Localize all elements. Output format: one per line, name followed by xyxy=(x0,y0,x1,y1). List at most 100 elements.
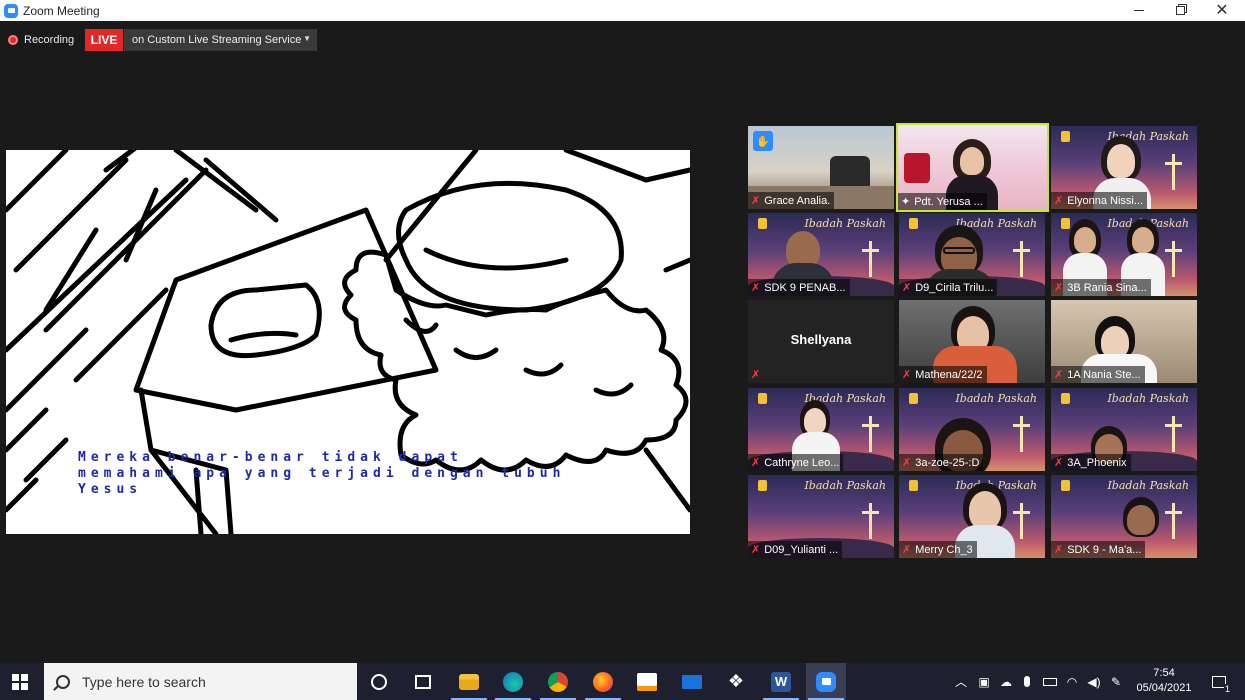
participant-name-label: ✦ Pdt. Yerusa ... xyxy=(898,193,987,210)
close-button[interactable]: ✕ xyxy=(1202,0,1242,21)
live-streaming-dropdown[interactable]: on Custom Live Streaming Service ▼ xyxy=(124,29,317,51)
chevron-up-icon: ︿ xyxy=(954,675,967,689)
cloud-icon: ☁ xyxy=(1000,674,1012,689)
participant-tile[interactable]: Ibadah Paskah ✗ 3A_Phoenix xyxy=(1051,388,1197,471)
participant-tile[interactable]: Ibadah Paskah ✗ D9_Cirila Trilu... xyxy=(899,213,1045,296)
muted-mic-icon: ✗ xyxy=(1054,457,1064,469)
slide-caption: Mereka benar-benar tidak dapat memahami … xyxy=(78,450,638,498)
participant-face xyxy=(1127,505,1155,535)
cross-icon xyxy=(1013,416,1030,452)
participant-tile[interactable]: ✋ ✗ Grace Analia. xyxy=(748,126,894,209)
amazon-app-button[interactable] xyxy=(627,663,667,700)
participant-tile-active-speaker[interactable]: ✦ Pdt. Yerusa ... xyxy=(896,123,1049,212)
microphone-tray-button[interactable] xyxy=(1018,663,1036,700)
cross-icon xyxy=(1165,416,1182,452)
poster-title: Ibadah Paskah xyxy=(1107,392,1189,405)
school-badge-icon xyxy=(909,393,918,404)
volume-tray-button[interactable]: ◀) xyxy=(1084,663,1104,700)
participant-name: Cathryne Leo... xyxy=(764,456,840,469)
school-badge-icon xyxy=(1061,218,1070,229)
participant-tile[interactable]: Ibadah Paskah ✗ 3B Rania Sina... xyxy=(1051,213,1197,296)
minimize-icon xyxy=(1134,10,1144,11)
taskbar-clock[interactable]: 7:54 05/04/2021 xyxy=(1130,666,1198,696)
zoom-meeting-window: Zoom Meeting ✕ Recording LIVE on Custom … xyxy=(0,0,1245,700)
amazon-icon xyxy=(637,672,657,691)
restore-button[interactable] xyxy=(1160,0,1200,21)
participant-tile[interactable]: ✗ Mathena/22/2 xyxy=(899,300,1045,383)
file-explorer-button[interactable] xyxy=(449,663,489,700)
school-badge-icon xyxy=(1061,131,1070,142)
search-placeholder: Type here to search xyxy=(82,673,206,690)
muted-mic-icon: ✗ xyxy=(902,282,912,294)
title-bar: Zoom Meeting ✕ xyxy=(0,0,1245,21)
cortana-button[interactable] xyxy=(359,663,399,700)
chrome-browser-button[interactable] xyxy=(538,663,578,700)
participant-tile[interactable]: Ibadah Paskah ✗ D09_Yulianti ... xyxy=(748,475,894,558)
mail-button[interactable] xyxy=(672,663,712,700)
firefox-button[interactable] xyxy=(583,663,623,700)
recording-indicator[interactable]: Recording xyxy=(8,30,74,50)
participant-name: 3B Rania Sina... xyxy=(1067,281,1147,294)
meet-now-tray-button[interactable]: ▣ xyxy=(974,663,994,700)
clock-date: 05/04/2021 xyxy=(1136,682,1192,694)
cross-icon xyxy=(1165,241,1182,277)
participant-tile[interactable]: Ibadah Paskah ✗ SDK 9 PENAB... xyxy=(748,213,894,296)
participant-name-label: ✗ 1A Nania Ste... xyxy=(1051,366,1145,383)
clock-time: 7:54 xyxy=(1153,667,1175,679)
participant-tile[interactable]: Ibadah Paskah ✗ Cathryne Leo... xyxy=(748,388,894,471)
windows-taskbar: Type here to search ❖ W ︿ ▣ ☁ ◠ ◀) ✎ 7:5… xyxy=(0,663,1245,700)
caption-line-2: memahami apa yang terjadi dengan tubuh xyxy=(78,466,566,481)
pen-icon: ✎ xyxy=(1110,674,1122,689)
dropbox-button[interactable]: ❖ xyxy=(716,663,756,700)
word-icon: W xyxy=(771,671,791,692)
school-badge-icon xyxy=(758,480,767,491)
streaming-label: on Custom Live Streaming Service xyxy=(132,34,302,46)
participant-name-label: ✗ Elyonna Nissi... xyxy=(1051,192,1148,209)
onedrive-tray-button[interactable]: ☁ xyxy=(996,663,1016,700)
cross-icon xyxy=(1013,503,1030,539)
taskbar-search-box[interactable]: Type here to search xyxy=(44,663,357,700)
notification-count: 1 xyxy=(1223,684,1231,694)
word-button[interactable]: W xyxy=(761,663,801,700)
participant-name-placeholder: Shellyana xyxy=(790,332,852,347)
participant-name: D9_Cirila Trilu... xyxy=(915,281,994,294)
folder-icon xyxy=(459,673,479,690)
school-badge-icon xyxy=(909,480,918,491)
battery-tray-button[interactable] xyxy=(1040,663,1060,700)
minimize-button[interactable] xyxy=(1119,0,1159,21)
participant-name: Mathena/22/2 xyxy=(915,368,983,381)
recording-label: Recording xyxy=(24,34,75,46)
participant-tile[interactable]: Ibadah Paskah ✗Merry Ch_3 xyxy=(899,475,1045,558)
participant-name-label: ✗ 3A_Phoenix xyxy=(1051,454,1131,471)
participant-name-label: ✗ 3a-zoe-25-:D xyxy=(899,454,984,471)
task-view-button[interactable] xyxy=(403,663,443,700)
cross-icon xyxy=(1165,154,1182,190)
participant-name: Pdt. Yerusa ... xyxy=(914,195,983,208)
camera-tray-icon: ▣ xyxy=(978,674,990,689)
participant-tile[interactable]: Ibadah Paskah ✗ SDK 9 - Ma'a... xyxy=(1051,475,1197,558)
school-badge-icon xyxy=(909,218,918,229)
participant-name: Elyonna Nissi... xyxy=(1067,194,1144,207)
participant-tile[interactable]: Ibadah Paskah ✗ 3a-zoe-25-:D xyxy=(899,388,1045,471)
show-hidden-icons-button[interactable]: ︿ xyxy=(952,663,970,700)
speaker-face xyxy=(960,147,984,175)
pen-tray-button[interactable]: ✎ xyxy=(1106,663,1126,700)
firefox-icon xyxy=(593,671,613,692)
muted-mic-icon: ✗ xyxy=(1054,282,1064,294)
participant-name: SDK 9 PENAB... xyxy=(764,281,846,294)
windows-start-icon[interactable] xyxy=(12,674,28,690)
participant-face xyxy=(1132,227,1154,253)
action-center-button[interactable]: 1 xyxy=(1204,663,1234,700)
participant-name-label: ✗ D09_Yulianti ... xyxy=(748,541,843,558)
participant-tile[interactable]: ✗ 1A Nania Ste... xyxy=(1051,300,1197,383)
participant-tile[interactable]: Ibadah Paskah ✗ Elyonna Nissi... xyxy=(1051,126,1197,209)
school-badge-icon xyxy=(758,393,767,404)
participant-name: SDK 9 - Ma'a... xyxy=(1067,543,1142,556)
zoom-taskbar-button[interactable] xyxy=(806,663,846,700)
cross-icon xyxy=(862,416,879,452)
participant-tile[interactable]: Shellyana ✗ xyxy=(748,300,894,383)
wifi-tray-button[interactable]: ◠ xyxy=(1062,663,1082,700)
muted-mic-icon: ✗ xyxy=(1054,369,1064,381)
edge-browser-button[interactable] xyxy=(493,663,533,700)
zoom-icon xyxy=(816,671,836,692)
